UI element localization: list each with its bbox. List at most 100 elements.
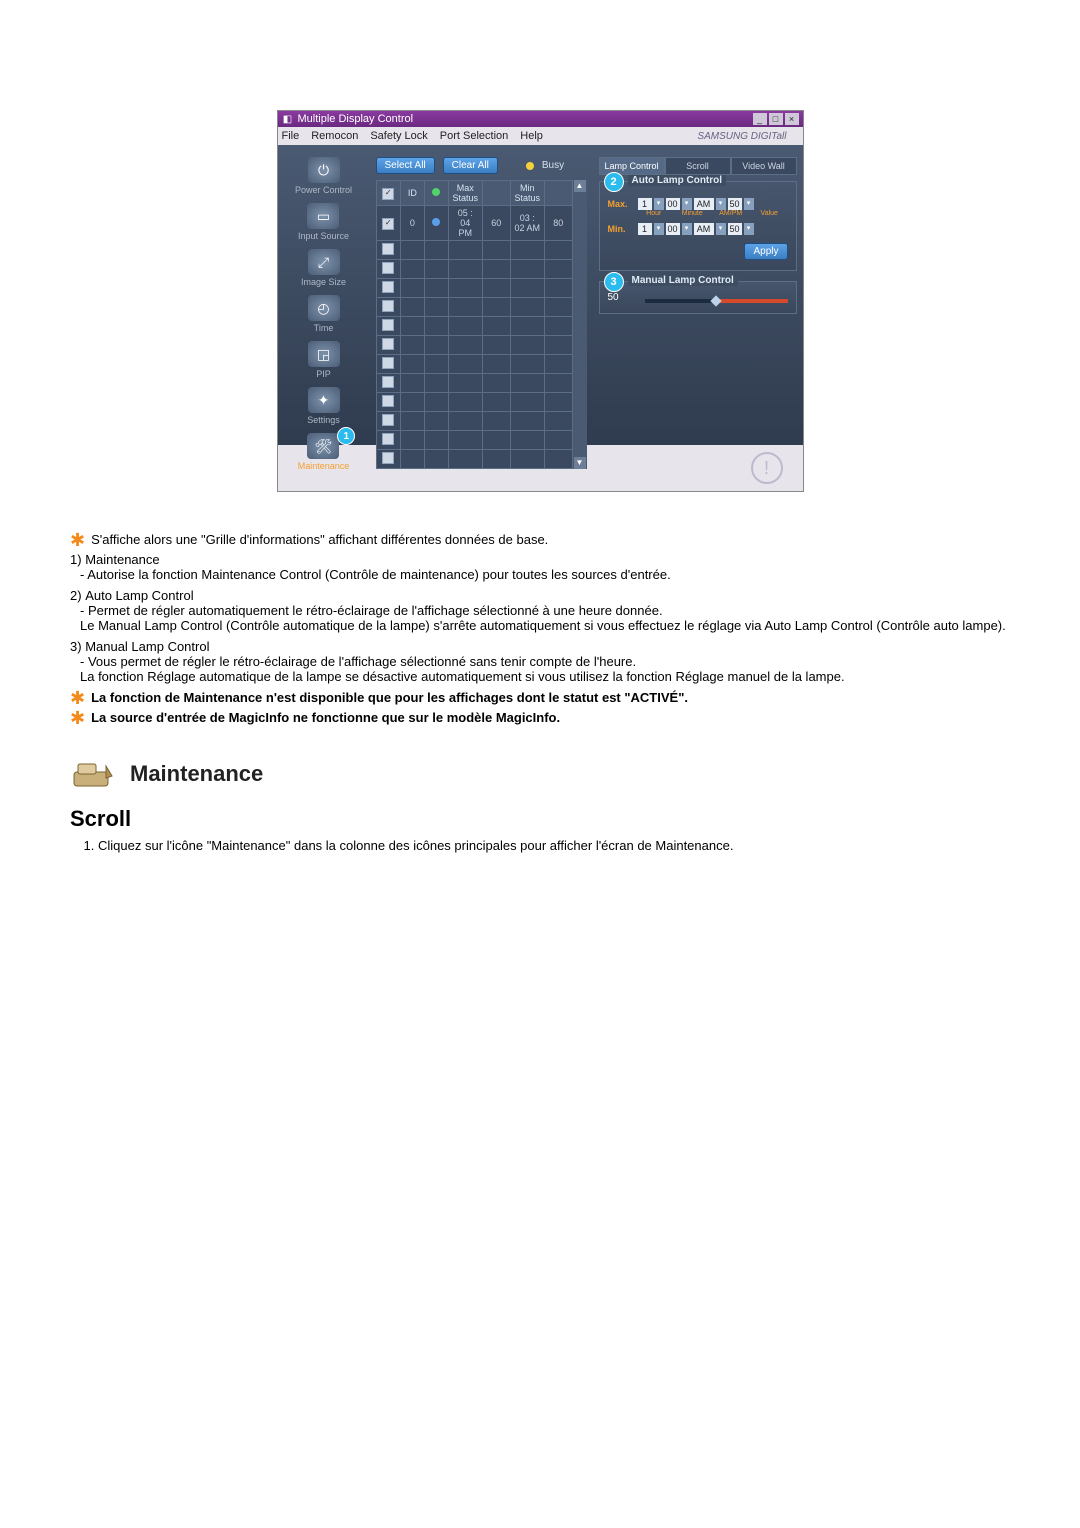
menu-port-selection[interactable]: Port Selection [440,130,508,142]
menu-safety-lock[interactable]: Safety Lock [370,130,427,142]
min-ampm-input[interactable]: AM [694,223,714,235]
manual-lamp-panel: 3 Manual Lamp Control 50 [599,281,797,314]
col-min-status: Min Status [510,181,545,206]
table-row[interactable] [376,241,572,260]
sidebar-item-pip[interactable]: ◲ PIP [308,341,340,379]
menu-bar: File Remocon Safety Lock Port Selection … [278,127,803,145]
row-checkbox-icon[interactable] [382,376,394,388]
star-bullet-icon: ✱ [70,532,85,548]
min-hour-input[interactable]: 1 [638,223,652,235]
table-row[interactable] [376,336,572,355]
item-body: - Autorise la fonction Maintenance Contr… [80,567,1010,582]
sidebar-item-power-control[interactable]: ⏻ Power Control [295,157,352,195]
max-hour-input[interactable]: 1 [638,198,652,210]
settings-icon: ✦ [308,387,340,413]
dropdown-icon[interactable]: ▾ [716,223,726,235]
item-num: 3) [70,639,82,654]
dropdown-icon[interactable]: ▾ [682,198,692,210]
sidebar-item-time[interactable]: ◴ Time [308,295,340,333]
section-subtitle: Scroll [70,806,1010,832]
power-icon: ⏻ [308,157,340,183]
sidebar-label: Maintenance [298,461,350,471]
table-row[interactable] [376,393,572,412]
min-minute-input[interactable]: 00 [666,223,680,235]
warning-line: ✱ La source d'entrée de MagicInfo ne fon… [70,710,1010,726]
alert-icon[interactable]: ! [751,452,783,484]
table-row[interactable] [376,260,572,279]
select-all-button[interactable]: Select All [376,157,435,174]
row-checkbox-icon[interactable] [382,319,394,331]
min-value-input[interactable]: 50 [728,223,742,235]
col-max-val [483,181,510,206]
dropdown-icon[interactable]: ▾ [716,198,726,210]
row-checkbox-icon[interactable] [382,300,394,312]
tab-scroll[interactable]: Scroll [665,157,731,175]
menu-help[interactable]: Help [520,130,543,142]
scroll-down-icon[interactable]: ▼ [574,457,586,469]
max-value-input[interactable]: 50 [728,198,742,210]
table-row[interactable] [376,279,572,298]
sidebar-label: Image Size [301,277,346,287]
row-checkbox-icon[interactable] [382,338,394,350]
row-checkbox-icon[interactable] [382,243,394,255]
sidebar-item-maintenance[interactable]: 🛠 1 Maintenance [298,433,350,471]
sidebar-label: Power Control [295,185,352,195]
sub-minute: Minute [674,210,711,217]
sidebar-item-input-source[interactable]: ▭ Input Source [298,203,349,241]
row-checkbox-icon[interactable] [382,433,394,445]
dropdown-icon[interactable]: ▾ [654,223,664,235]
row-checkbox-icon[interactable] [382,414,394,426]
max-ampm-input[interactable]: AM [694,198,714,210]
table-row[interactable] [376,374,572,393]
auto-lamp-panel: 2 Auto Lamp Control Max. 1▾ 00▾ AM▾ 50▾ … [599,181,797,271]
cell-max-val: 60 [483,206,510,241]
busy-indicator-icon [526,162,534,170]
sidebar-label: Time [314,323,334,333]
manual-lamp-slider[interactable] [645,299,788,303]
app-icon: ◧ [282,113,294,125]
scroll-up-icon[interactable]: ▲ [574,180,586,192]
sub-value: Value [751,210,788,217]
menu-remocon[interactable]: Remocon [311,130,358,142]
row-checkbox-icon[interactable] [382,218,394,230]
table-row[interactable] [376,431,572,450]
sidebar-item-settings[interactable]: ✦ Settings [307,387,340,425]
table-row[interactable]: 0 05 : 04 PM 60 03 : 02 AM 80 [376,206,572,241]
slider-thumb-icon[interactable] [710,295,721,306]
dropdown-icon[interactable]: ▾ [654,198,664,210]
row-checkbox-icon[interactable] [382,281,394,293]
list-item: 2) Auto Lamp Control - Permet de régler … [70,588,1010,633]
info-line: ✱ S'affiche alors une "Grille d'informat… [70,532,1010,548]
table-row[interactable] [376,412,572,431]
warning-text: La source d'entrée de MagicInfo ne fonct… [91,710,560,725]
row-lamp-icon [432,218,440,226]
minimize-icon[interactable]: _ [753,113,767,125]
window-title: Multiple Display Control [298,113,414,125]
table-row[interactable] [376,298,572,317]
table-row[interactable] [376,355,572,374]
section-title: Maintenance [130,761,263,787]
col-checkbox[interactable] [376,181,400,206]
tab-video-wall[interactable]: Video Wall [731,157,797,175]
row-checkbox-icon[interactable] [382,262,394,274]
dropdown-icon[interactable]: ▾ [744,198,754,210]
dropdown-icon[interactable]: ▾ [744,223,754,235]
col-min-val [545,181,572,206]
max-minute-input[interactable]: 00 [666,198,680,210]
dropdown-icon[interactable]: ▾ [682,223,692,235]
menu-file[interactable]: File [282,130,300,142]
header-checkbox-icon[interactable] [382,188,394,200]
sidebar-item-image-size[interactable]: ⤢ Image Size [301,249,346,287]
row-checkbox-icon[interactable] [382,452,394,464]
close-icon[interactable]: × [785,113,799,125]
sidebar-label: PIP [316,369,331,379]
maximize-icon[interactable]: □ [769,113,783,125]
row-checkbox-icon[interactable] [382,395,394,407]
time-icon: ◴ [308,295,340,321]
table-row[interactable] [376,317,572,336]
row-checkbox-icon[interactable] [382,357,394,369]
table-row[interactable] [376,450,572,469]
apply-button[interactable]: Apply [744,243,787,260]
grid-scrollbar[interactable]: ▲ ▼ [573,180,587,469]
clear-all-button[interactable]: Clear All [443,157,498,174]
